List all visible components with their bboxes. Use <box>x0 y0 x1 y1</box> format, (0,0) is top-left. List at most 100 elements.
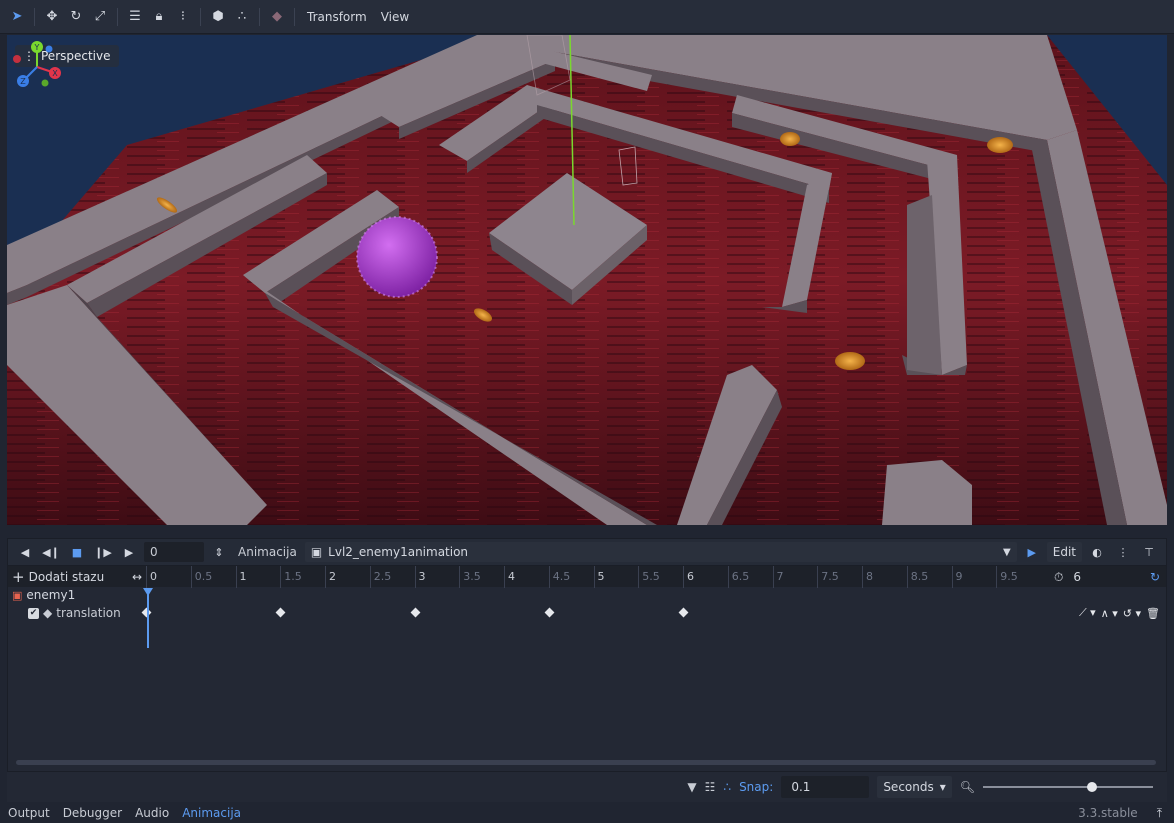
horizontal-scrollbar[interactable] <box>16 760 1156 765</box>
menu-transform[interactable]: Transform <box>301 10 373 24</box>
group-icon[interactable]: ⁝ <box>172 5 194 29</box>
length-value[interactable]: 6 <box>1073 570 1081 584</box>
lock-icon[interactable]: 🔒︎ <box>148 5 170 29</box>
track-node-name: enemy1 <box>26 588 76 602</box>
chevron-down-icon: ▾ <box>939 780 946 794</box>
svg-text:Z: Z <box>20 77 26 86</box>
track-list-icon[interactable]: ☷ <box>705 780 716 794</box>
scene-render <box>7 35 1167 525</box>
track-type-icon: ◆ <box>43 606 53 620</box>
play-backwards-from-end-icon[interactable]: ◀❙ <box>40 541 62 563</box>
move-icon[interactable]: ✥ <box>41 5 63 29</box>
ruler-tick: 0.5 <box>190 566 236 588</box>
keyframe[interactable] <box>678 607 689 618</box>
time-ruler[interactable]: 0 0.5 1 1.5 2 2.5 3 3.5 4 4.5 5 5.5 6 6.5 7 7.5 8 8.5 9 9.5 <box>146 566 1041 588</box>
rotate-icon[interactable]: ↻ <box>65 5 87 29</box>
keyframe[interactable] <box>410 607 420 618</box>
plus-icon: + <box>12 568 25 586</box>
trash-icon[interactable]: 🗑︎ <box>1146 607 1160 620</box>
play-icon[interactable]: ▶ <box>118 541 140 563</box>
pin-icon[interactable]: ⊤ <box>1138 541 1160 563</box>
snap-unit-select[interactable]: Seconds ▾ <box>877 776 952 798</box>
timeline-header: + Dodati stazu ↔ 0 0.5 1 1.5 2 2.5 3 3.5 4 4.5 5 5.… <box>8 565 1166 588</box>
play-backwards-icon[interactable]: ◀ <box>14 541 36 563</box>
autoplay-icon[interactable]: ▶ <box>1021 541 1043 563</box>
track-node[interactable]: ▣ enemy1 <box>8 587 1166 603</box>
chevron-down-icon: ▼ <box>1003 546 1011 558</box>
coin <box>835 352 865 370</box>
expand-panel-icon[interactable]: ⤒ <box>1157 806 1174 821</box>
toolbar-separator <box>200 7 201 26</box>
local-space-icon[interactable]: ⬢ <box>207 5 229 29</box>
ruler-tick: 7.5 <box>817 566 862 588</box>
ruler-tick: 9 <box>951 566 997 588</box>
more-options-icon[interactable]: ⋮ <box>1112 541 1134 563</box>
toolbar-separator <box>259 7 260 26</box>
svg-text:Y: Y <box>34 43 40 52</box>
track-row[interactable]: ✔ ◆ translation ⟋ ▾ ∧ ▾ ↺ ▾ 🗑︎ <box>8 603 1166 623</box>
ruler-tick: 0 <box>146 566 191 588</box>
toolbar-separator <box>34 7 35 26</box>
animation-icon: ▣ <box>310 545 323 559</box>
ruler-tick: 9.5 <box>996 566 1041 588</box>
filter-icon[interactable]: ▼ <box>687 780 696 794</box>
keyframe[interactable] <box>544 607 555 618</box>
ruler-tick: 8 <box>862 566 907 588</box>
toolbar-separator <box>294 7 295 26</box>
wrap-mode-icon[interactable]: ∧ ▾ <box>1101 607 1118 620</box>
animation-panel: ◀ ◀❙ ■ ❙▶ ▶ 0 ⇕ Animacija ▣ Lvl2_enemy1a… <box>7 538 1167 772</box>
zoom-track <box>983 786 1153 788</box>
loop-wrap-icon[interactable]: ↺ ▾ <box>1123 607 1141 620</box>
light-icon[interactable]: ◆ <box>266 5 288 29</box>
scale-icon[interactable]: ⤢ <box>89 5 111 29</box>
select-icon[interactable]: ➤ <box>6 5 28 29</box>
snap-icon[interactable]: ∴ <box>723 780 731 794</box>
track-tools: ⟋ ▾ ∧ ▾ ↺ ▾ 🗑︎ <box>1079 603 1160 623</box>
animation-name: Lvl2_enemy1animation <box>328 545 469 559</box>
zoom-knob[interactable] <box>1087 782 1097 792</box>
ruler-tick: 4.5 <box>548 566 594 588</box>
snap-icon[interactable]: ∴ <box>231 5 253 29</box>
ruler-tick: 1 <box>235 566 281 588</box>
tab-output[interactable]: Output <box>8 806 50 820</box>
keyframe[interactable] <box>275 607 286 618</box>
interpolation-icon[interactable]: ⟋ ▾ <box>1079 606 1096 620</box>
editor-toolbar: ➤ ✥ ↻ ⤢ ☰ 🔒︎ ⁝ ⬢ ∴ ◆ Transform View <box>0 0 1174 34</box>
spin-arrows-icon[interactable]: ⇕ <box>208 541 230 563</box>
snap-bar: ▼ ☷ ∴ Snap: 0.1 Seconds ▾ 🔍︎ <box>7 772 1167 802</box>
ruler-tick: 4 <box>504 566 549 588</box>
loop-icon[interactable]: ↻ <box>1150 570 1160 584</box>
playhead[interactable] <box>147 588 149 648</box>
animation-selector[interactable]: ▣ Lvl2_enemy1animation ▼ <box>304 542 1017 562</box>
track-property-name: translation <box>56 606 121 620</box>
ruler-tick: 1.5 <box>280 566 325 588</box>
length-arrows-icon: ↔ <box>132 570 143 584</box>
play-from-start-icon[interactable]: ❙▶ <box>92 541 114 563</box>
add-track-button[interactable]: + Dodati stazu <box>12 566 104 588</box>
stop-icon[interactable]: ■ <box>66 541 88 563</box>
edit-button[interactable]: Edit <box>1046 542 1082 562</box>
node-icon: ▣ <box>12 588 23 602</box>
list-select-icon[interactable]: ☰ <box>124 5 146 29</box>
tab-animation[interactable]: Animacija <box>182 806 241 820</box>
zoom-slider[interactable] <box>983 776 1153 798</box>
ruler-tick: 5.5 <box>638 566 683 588</box>
tab-debugger[interactable]: Debugger <box>63 806 122 820</box>
3d-viewport[interactable]: ⋮ Perspective Y X Z <box>7 35 1167 525</box>
track-enable-checkbox[interactable]: ✔ <box>28 607 39 619</box>
orientation-gizmo[interactable]: Y X Z <box>7 35 67 95</box>
time-input[interactable]: 0 <box>144 542 204 562</box>
svg-text:X: X <box>52 69 58 78</box>
animation-menu-button[interactable]: Animacija <box>234 545 301 559</box>
ruler-tick: 6.5 <box>727 566 773 588</box>
menu-view[interactable]: View <box>375 10 415 24</box>
add-track-label: Dodati stazu <box>28 570 105 584</box>
coin <box>987 137 1013 153</box>
version-label: 3.3.stable <box>1078 806 1138 820</box>
ruler-tick: 6 <box>683 566 728 588</box>
onion-skin-icon[interactable]: ◐ <box>1086 541 1108 563</box>
snap-label: Snap: <box>739 780 774 794</box>
tab-audio[interactable]: Audio <box>135 806 169 820</box>
snap-input[interactable]: 0.1 <box>781 776 870 798</box>
ruler-tick: 3 <box>414 566 460 588</box>
